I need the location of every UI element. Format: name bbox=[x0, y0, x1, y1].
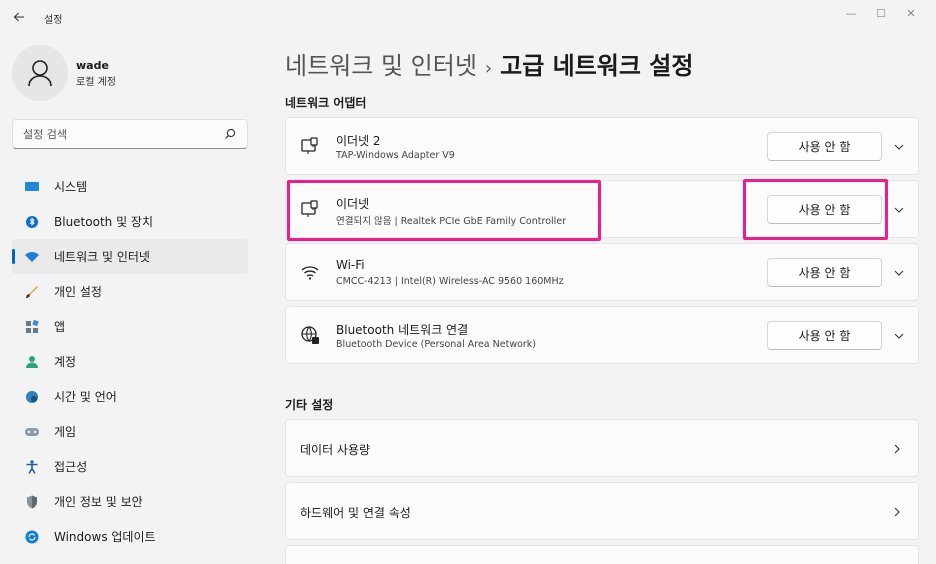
active-indicator bbox=[12, 249, 15, 264]
chevron-down-icon[interactable] bbox=[892, 140, 906, 154]
link-label: 하드웨어 및 연결 속성 bbox=[300, 506, 411, 520]
user-card[interactable]: wade 로컬 계정 bbox=[12, 45, 252, 101]
back-button[interactable] bbox=[8, 6, 30, 28]
hardware-properties-link[interactable]: 하드웨어 및 연결 속성 bbox=[285, 482, 919, 540]
user-name: wade bbox=[76, 59, 109, 72]
apps-icon bbox=[24, 319, 40, 335]
sidebar-nav: 시스템 Bluetooth 및 장치 네트워크 및 인터넷 개인 설정 앱 계정… bbox=[12, 169, 248, 554]
disable-button[interactable]: 사용 안 함 bbox=[767, 321, 882, 350]
section-title-adapters: 네트워크 어댑터 bbox=[285, 96, 367, 110]
chevron-down-icon[interactable] bbox=[892, 329, 906, 343]
disable-button[interactable]: 사용 안 함 bbox=[767, 258, 882, 287]
globe-clock-icon bbox=[24, 389, 40, 405]
adapter-description: CMCC-4213 | Intel(R) Wireless-AC 9560 16… bbox=[336, 276, 564, 287]
adapter-description: Bluetooth Device (Personal Area Network) bbox=[336, 339, 537, 350]
accessibility-icon bbox=[24, 459, 40, 475]
title-bar: 설정 — ☐ ✕ bbox=[0, 0, 936, 34]
sidebar-item-privacy[interactable]: 개인 정보 및 보안 bbox=[12, 484, 248, 519]
sidebar-item-label: 개인 설정 bbox=[54, 285, 102, 299]
sidebar-item-gaming[interactable]: 게임 bbox=[12, 414, 248, 449]
sidebar-item-label: 개인 정보 및 보안 bbox=[54, 495, 143, 509]
minimize-button[interactable]: — bbox=[836, 4, 866, 24]
user-icon bbox=[28, 60, 52, 87]
system-icon bbox=[24, 179, 40, 195]
gamepad-icon bbox=[24, 424, 40, 440]
update-icon bbox=[24, 529, 40, 545]
back-arrow-icon bbox=[13, 12, 24, 22]
adapter-card-wifi[interactable]: Wi-Fi CMCC-4213 | Intel(R) Wireless-AC 9… bbox=[285, 243, 919, 301]
link-label: 데이터 사용량 bbox=[300, 443, 371, 457]
sidebar-item-accessibility[interactable]: 접근성 bbox=[12, 449, 248, 484]
partial-link-card[interactable] bbox=[285, 545, 919, 564]
adapter-name: 이더넷 bbox=[336, 197, 370, 211]
search-input[interactable] bbox=[23, 125, 213, 143]
ethernet-icon bbox=[301, 200, 318, 217]
sidebar-item-windows-update[interactable]: Windows 업데이트 bbox=[12, 519, 248, 554]
sidebar-item-label: 게임 bbox=[54, 425, 77, 439]
breadcrumb-current: 고급 네트워크 설정 bbox=[500, 52, 694, 80]
data-usage-link[interactable]: 데이터 사용량 bbox=[285, 419, 919, 477]
brush-icon bbox=[24, 284, 40, 300]
sidebar-item-personalization[interactable]: 개인 설정 bbox=[12, 274, 248, 309]
wifi-icon bbox=[301, 266, 319, 280]
chevron-down-icon[interactable] bbox=[892, 266, 906, 280]
adapter-name: Bluetooth 네트워크 연결 bbox=[336, 323, 469, 337]
sidebar-item-label: 접근성 bbox=[54, 460, 88, 474]
sidebar-item-label: 네트워크 및 인터넷 bbox=[54, 250, 150, 264]
page-title: 네트워크 및 인터넷 › 고급 네트워크 설정 bbox=[285, 46, 693, 81]
adapter-name: 이더넷 2 bbox=[336, 134, 381, 148]
adapter-card-ethernet[interactable]: 이더넷 연결되지 않음 | Realtek PCIe GbE Family Co… bbox=[285, 180, 919, 238]
adapter-description: TAP-Windows Adapter V9 bbox=[336, 150, 455, 161]
chevron-right-icon bbox=[894, 444, 900, 454]
sidebar-item-network[interactable]: 네트워크 및 인터넷 bbox=[12, 239, 248, 274]
maximize-button[interactable]: ☐ bbox=[866, 4, 896, 24]
search-icon bbox=[225, 128, 236, 139]
shield-icon bbox=[24, 494, 40, 510]
adapter-description: 연결되지 않음 | Realtek PCIe GbE Family Contro… bbox=[336, 216, 567, 227]
sidebar-item-bluetooth[interactable]: Bluetooth 및 장치 bbox=[12, 204, 248, 239]
close-button[interactable]: ✕ bbox=[896, 4, 926, 24]
disable-button[interactable]: 사용 안 함 bbox=[767, 195, 882, 224]
account-icon bbox=[24, 354, 40, 370]
breadcrumb-parent[interactable]: 네트워크 및 인터넷 bbox=[285, 52, 477, 80]
adapter-name: Wi-Fi bbox=[336, 258, 365, 272]
avatar bbox=[12, 45, 68, 101]
sidebar-item-label: 계정 bbox=[54, 355, 77, 369]
section-title-other: 기타 설정 bbox=[285, 398, 334, 412]
sidebar-item-label: Windows 업데이트 bbox=[54, 530, 156, 544]
sidebar-item-label: 시스템 bbox=[54, 180, 88, 194]
adapter-card-bluetooth-network[interactable]: Bluetooth 네트워크 연결 Bluetooth Device (Pers… bbox=[285, 306, 919, 364]
network-icon bbox=[24, 249, 40, 265]
ethernet-icon bbox=[301, 137, 318, 154]
sidebar-item-accounts[interactable]: 계정 bbox=[12, 344, 248, 379]
chevron-down-icon[interactable] bbox=[892, 203, 906, 217]
bluetooth-icon bbox=[24, 214, 40, 230]
app-title: 설정 bbox=[44, 15, 63, 26]
sidebar-item-apps[interactable]: 앱 bbox=[12, 309, 248, 344]
chevron-right-icon bbox=[894, 507, 900, 517]
account-type: 로컬 계정 bbox=[76, 77, 116, 88]
search-box[interactable] bbox=[12, 119, 248, 149]
sidebar-item-system[interactable]: 시스템 bbox=[12, 169, 248, 204]
sidebar-item-time-language[interactable]: 시간 및 언어 bbox=[12, 379, 248, 414]
disable-button[interactable]: 사용 안 함 bbox=[767, 132, 882, 161]
adapter-card-ethernet-2[interactable]: 이더넷 2 TAP-Windows Adapter V9 사용 안 함 bbox=[285, 117, 919, 175]
bluetooth-network-icon bbox=[301, 326, 319, 344]
breadcrumb-separator: › bbox=[484, 58, 493, 79]
sidebar-item-label: Bluetooth 및 장치 bbox=[54, 215, 154, 229]
sidebar-item-label: 앱 bbox=[54, 320, 66, 334]
sidebar-item-label: 시간 및 언어 bbox=[54, 390, 117, 404]
